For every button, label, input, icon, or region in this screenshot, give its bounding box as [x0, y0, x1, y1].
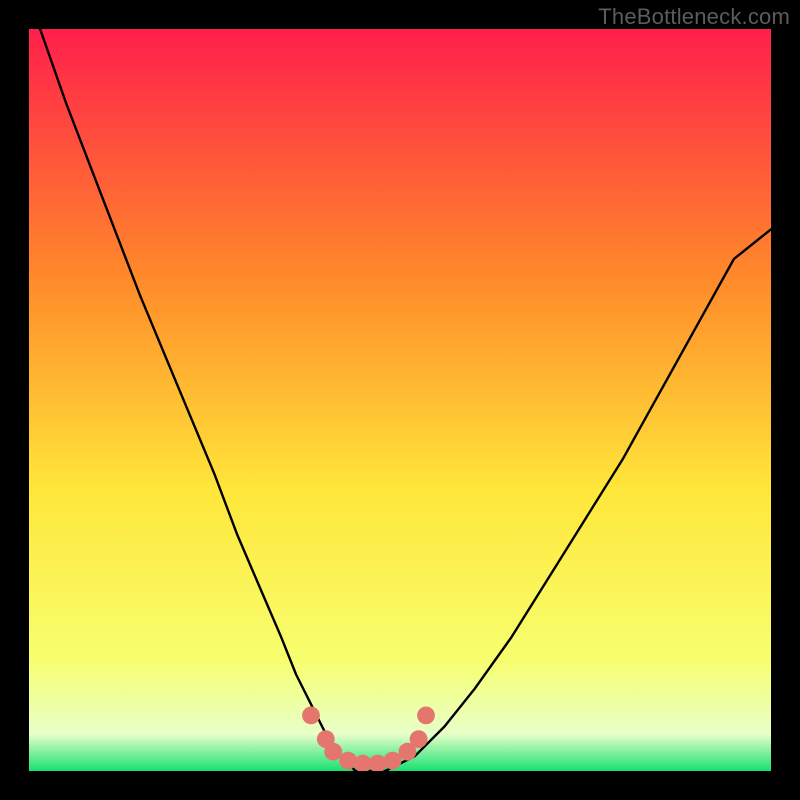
minimum-dot [302, 707, 320, 725]
minimum-dot [410, 730, 428, 748]
minimum-dot [339, 752, 357, 770]
watermark-text: TheBottleneck.com [598, 4, 790, 30]
minimum-dot [384, 752, 402, 770]
plot-area [29, 29, 771, 771]
gradient-background [29, 29, 771, 771]
minimum-dot [324, 743, 342, 761]
chart-frame: TheBottleneck.com [0, 0, 800, 800]
minimum-dot [417, 707, 435, 725]
bottleneck-chart [29, 29, 771, 771]
